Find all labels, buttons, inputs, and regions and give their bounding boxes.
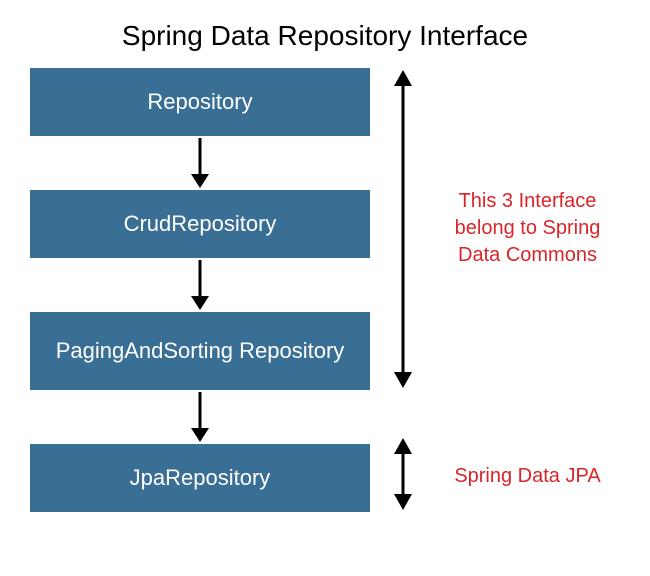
bracket-arrow-jpa (390, 438, 416, 510)
hierarchy-column: Repository CrudRepository PagingAndSorti… (30, 68, 370, 512)
annotation-jpa: Spring Data JPA (435, 463, 620, 490)
box-jpa-repository: JpaRepository (30, 444, 370, 512)
diagram-area: Repository CrudRepository PagingAndSorti… (30, 68, 620, 558)
box-repository: Repository (30, 68, 370, 136)
box-label: Repository (147, 89, 252, 115)
box-label: PagingAndSorting Repository (56, 338, 345, 364)
diagram-title: Spring Data Repository Interface (0, 0, 650, 52)
annotation-commons: This 3 Interface belong to Spring Data C… (435, 188, 620, 269)
box-crud-repository: CrudRepository (30, 190, 370, 258)
box-paging-sorting-repository: PagingAndSorting Repository (30, 312, 370, 390)
box-label: CrudRepository (124, 211, 277, 237)
box-label: JpaRepository (130, 465, 271, 491)
bracket-arrow-commons (390, 70, 416, 388)
arrow-down-icon (30, 258, 370, 312)
arrow-down-icon (30, 136, 370, 190)
arrow-down-icon (30, 390, 370, 444)
